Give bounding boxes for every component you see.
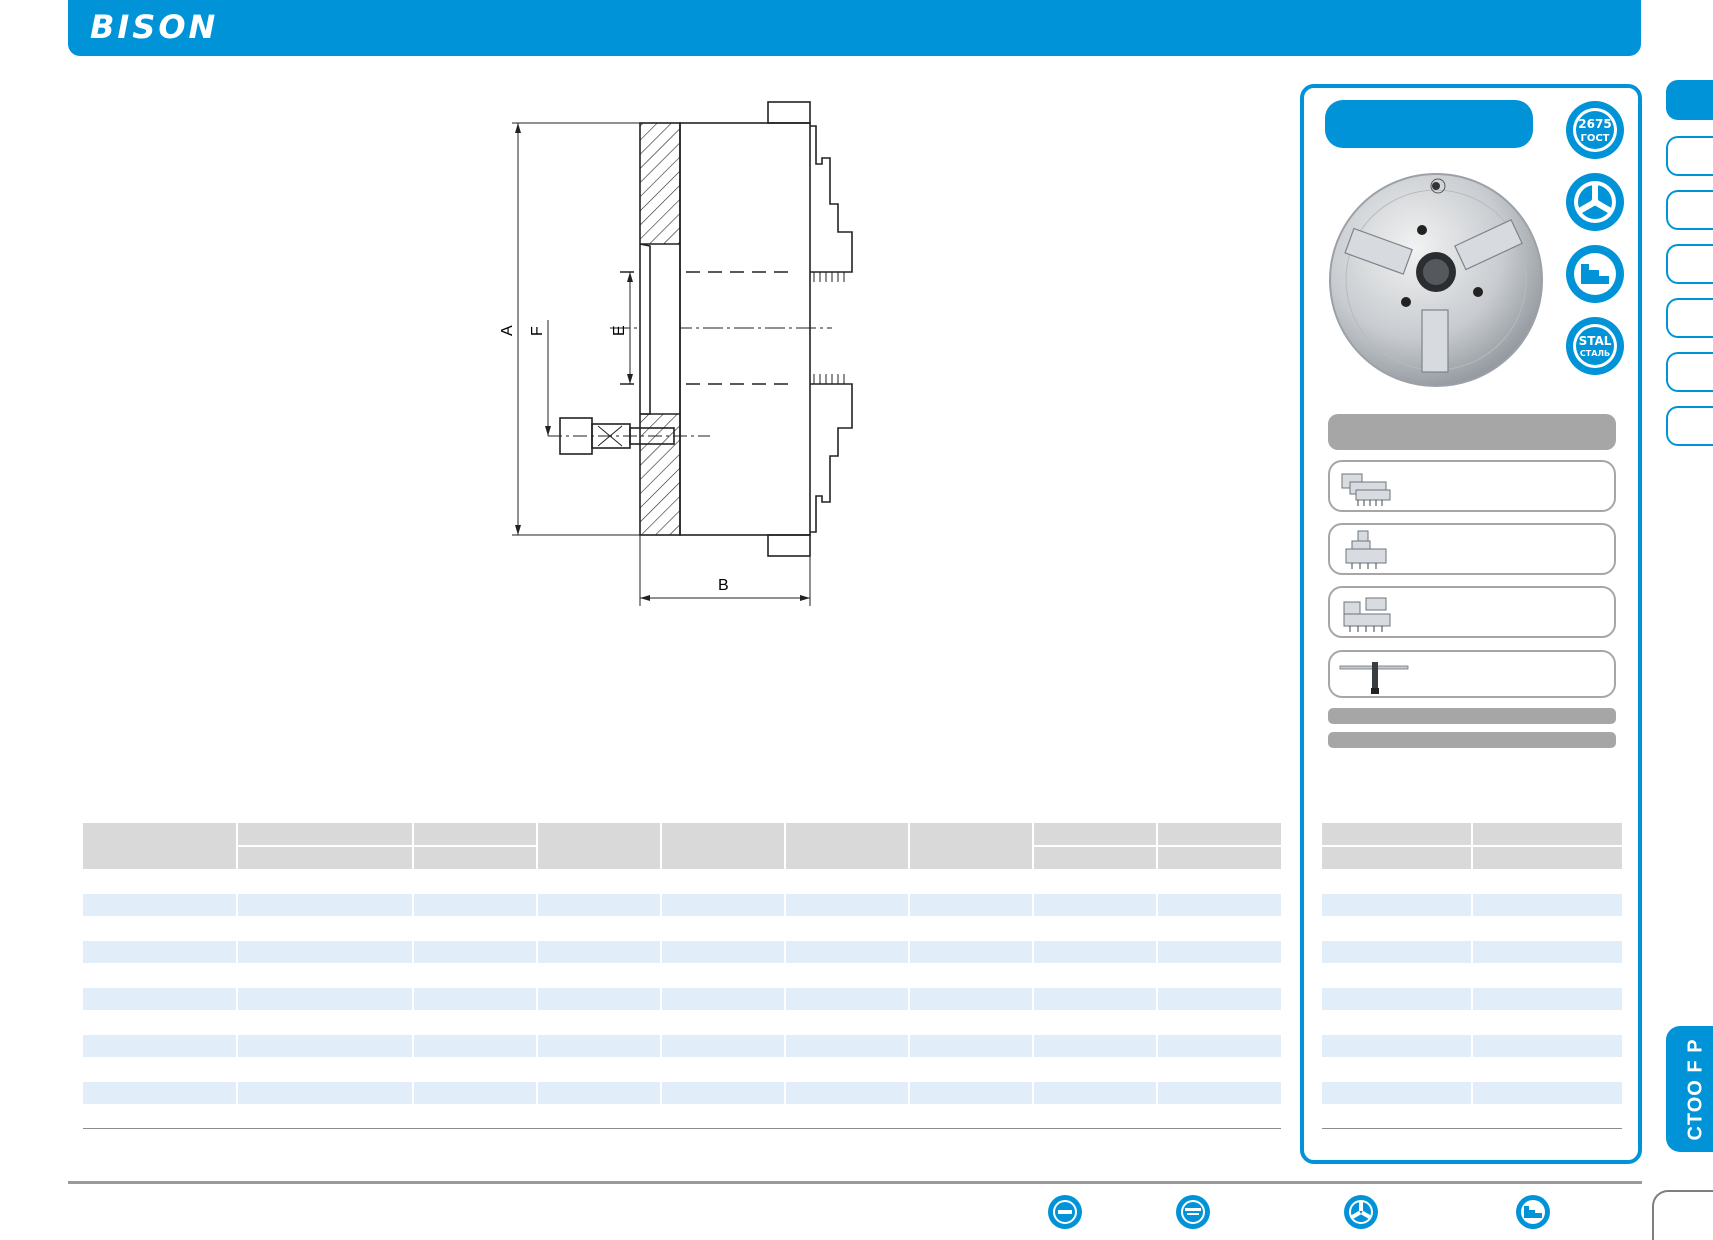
column-divider: [660, 823, 662, 1105]
product-title-pill: [1325, 100, 1533, 148]
soft-jaw-set-icon: [1341, 473, 1391, 506]
side-tab[interactable]: [1666, 244, 1713, 284]
gost-icon: [1048, 1195, 1082, 1229]
column-divider: [1032, 823, 1034, 1105]
three-jaw-badge-icon: [1566, 173, 1624, 231]
chuck-product-photo: [1329, 173, 1543, 387]
dim-label-a: A: [500, 325, 516, 336]
panel-table-bottom-rule: [1322, 1128, 1622, 1129]
product-code-tab[interactable]: CTOO F P: [1666, 1026, 1713, 1152]
column-divider: [1156, 823, 1158, 1105]
header-bar: BISON: [68, 0, 1641, 56]
column-divider: [412, 823, 414, 1105]
panel-gray-strip-2: [1328, 732, 1616, 748]
hard-jaw-set-icon: [1345, 530, 1387, 569]
table-row: [83, 1082, 1281, 1104]
column-divider: [236, 823, 238, 1105]
dim-label-b: B: [718, 577, 729, 594]
table-row: [83, 1035, 1281, 1057]
bison-logo: BISON: [90, 8, 219, 46]
column-divider: [784, 823, 786, 1105]
table-row: [83, 894, 1281, 916]
stahl-steel-icon: [1176, 1195, 1210, 1229]
side-tab[interactable]: [1666, 136, 1713, 176]
column-divider: [908, 823, 910, 1105]
steel-label-cyrillic: СТАЛЬ: [1580, 349, 1610, 358]
chuck-technical-drawing: A F E B: [500, 101, 853, 606]
page-corner-tab: [1652, 1190, 1713, 1240]
column-divider: [536, 823, 538, 1105]
table-header-cell-first: [83, 845, 237, 869]
gost-label: ГОСТ: [1580, 133, 1609, 144]
steel-label: STAL: [1579, 334, 1612, 348]
three-jaw-icon: [1344, 1195, 1378, 1229]
chuck-key-icon: [1339, 662, 1409, 694]
dim-label-e: E: [611, 325, 628, 336]
accessory-card-chuck-key[interactable]: [1328, 650, 1616, 698]
panel-gray-strip-1: [1328, 708, 1616, 724]
accessories-header-bar: [1328, 414, 1616, 450]
jaw-profile-badge-icon: [1566, 245, 1624, 303]
accessory-card-soft-jaws[interactable]: [1328, 460, 1616, 512]
dim-label-f: F: [529, 326, 546, 336]
table-bottom-rule: [83, 1128, 1281, 1129]
footer-rule: [68, 1181, 1642, 1184]
product-code-label: CTOO F P: [1684, 1037, 1707, 1141]
accessory-card-reversible-jaws[interactable]: [1328, 586, 1616, 638]
reversible-jaw-set-icon: [1343, 597, 1391, 632]
table-row: [83, 988, 1281, 1010]
side-tab[interactable]: [1666, 298, 1713, 338]
steel-badge-icon: STAL СТАЛЬ: [1566, 317, 1624, 375]
gost-badge-icon: 2675 ГОСТ: [1566, 101, 1624, 159]
side-tab-active[interactable]: [1666, 80, 1713, 120]
panel-column-divider: [1471, 823, 1473, 1105]
side-tab[interactable]: [1666, 352, 1713, 392]
gost-number: 2675: [1578, 117, 1611, 131]
side-tab[interactable]: [1666, 406, 1713, 446]
table-header-row-1: [83, 823, 1281, 845]
accessory-card-hard-jaws[interactable]: [1328, 523, 1616, 575]
table-row: [83, 941, 1281, 963]
side-tab[interactable]: [1666, 190, 1713, 230]
jaw-profile-icon: [1516, 1195, 1550, 1229]
